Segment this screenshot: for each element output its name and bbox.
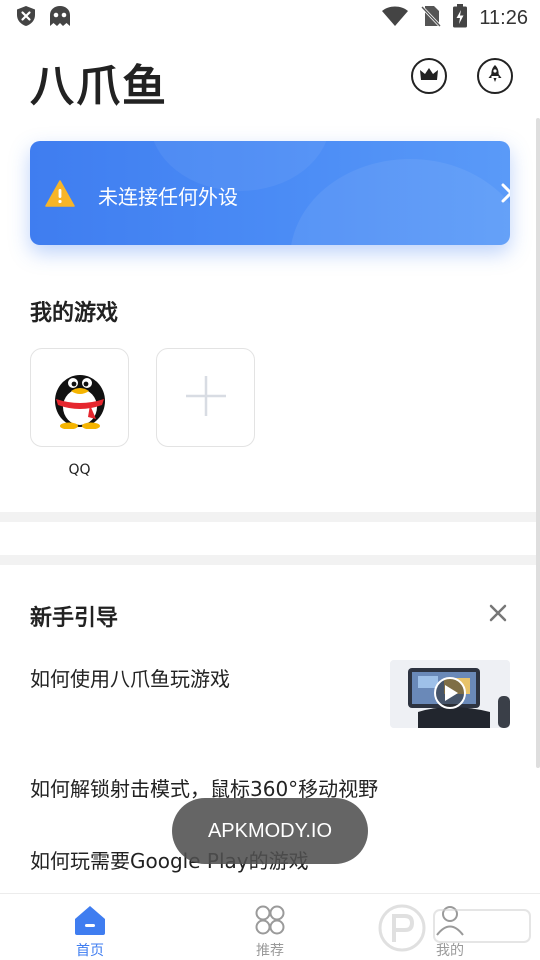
banner-decoration bbox=[290, 159, 510, 245]
scrollbar[interactable] bbox=[536, 118, 540, 768]
game-tile-qq[interactable] bbox=[30, 348, 129, 447]
guide-title: 新手引导 bbox=[30, 606, 119, 631]
app-header: 八爪鱼 bbox=[0, 36, 540, 120]
grid-flower-icon bbox=[252, 904, 288, 936]
status-time: 11:26 bbox=[479, 6, 528, 29]
guide-video-thumbnail[interactable] bbox=[390, 660, 510, 728]
ghost-notification-icon bbox=[48, 5, 72, 31]
rocket-icon bbox=[487, 64, 503, 88]
nav-tab-recommend[interactable]: 推荐 bbox=[180, 894, 360, 960]
my-games-title: 我的游戏 bbox=[30, 301, 119, 326]
status-bar: 11:26 bbox=[0, 0, 540, 36]
crown-icon bbox=[419, 66, 439, 86]
close-guide-icon[interactable] bbox=[488, 603, 508, 623]
warning-icon bbox=[45, 180, 75, 211]
section-divider bbox=[0, 512, 540, 522]
app-title: 八爪鱼 bbox=[30, 61, 168, 112]
no-sim-icon bbox=[421, 5, 442, 31]
no-device-connected-banner[interactable]: 未连接任何外设 bbox=[30, 141, 510, 245]
guide-item-use-app[interactable]: 如何使用八爪鱼玩游戏 bbox=[30, 663, 230, 692]
toast-message: APKMODY.IO bbox=[172, 798, 368, 864]
game-label-qq: QQ bbox=[68, 462, 91, 478]
nav-tab-home[interactable]: 首页 bbox=[0, 894, 180, 960]
vip-crown-button[interactable] bbox=[411, 58, 447, 94]
nav-label-recommend: 推荐 bbox=[256, 943, 284, 959]
security-shield-icon bbox=[16, 5, 36, 31]
banner-text: 未连接任何外设 bbox=[98, 185, 238, 209]
chevron-right-icon bbox=[500, 183, 510, 207]
add-game-button[interactable] bbox=[156, 348, 255, 447]
qq-penguin-icon bbox=[50, 363, 110, 433]
watermark-logo-icon bbox=[378, 900, 538, 960]
battery-charging-icon bbox=[453, 4, 468, 32]
section-divider bbox=[0, 555, 540, 565]
nav-label-home: 首页 bbox=[76, 943, 104, 959]
plus-icon bbox=[184, 374, 228, 422]
wifi-icon bbox=[381, 5, 409, 31]
boost-rocket-button[interactable] bbox=[477, 58, 513, 94]
home-icon bbox=[72, 904, 108, 936]
